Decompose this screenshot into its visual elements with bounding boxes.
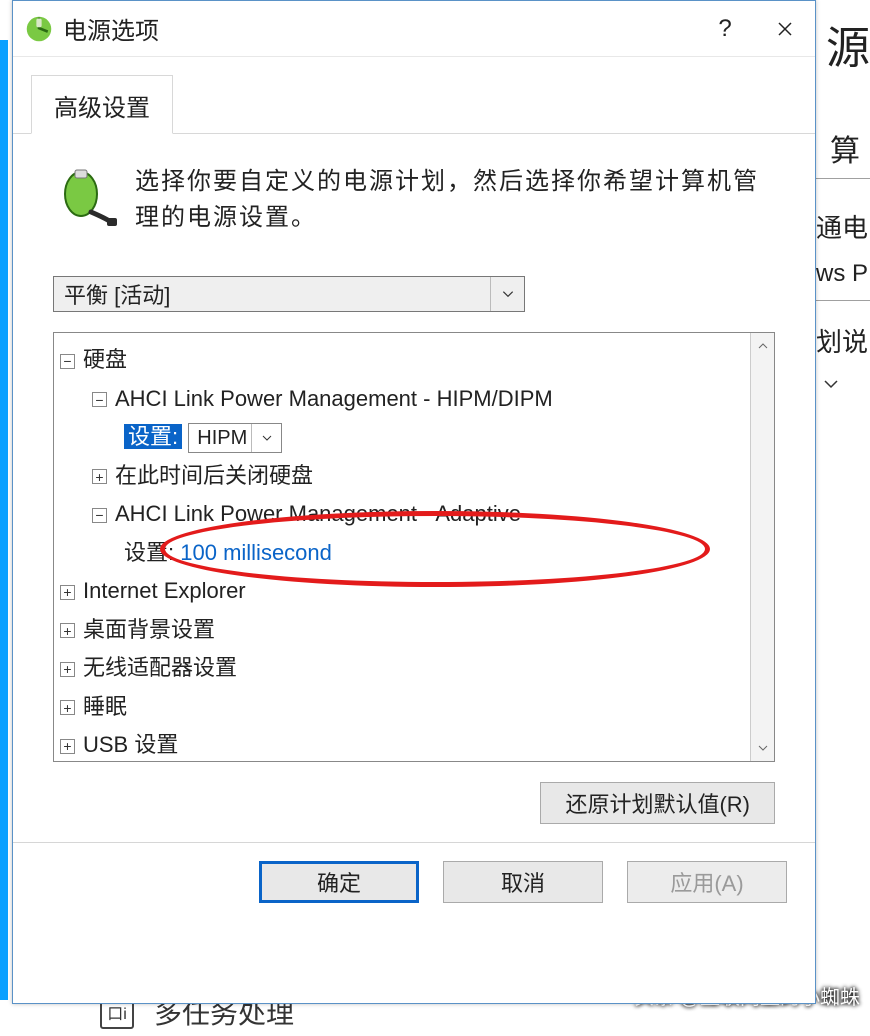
bg-text-fragment: 算 bbox=[830, 126, 860, 170]
tree-expand-icon[interactable]: + bbox=[60, 700, 75, 715]
battery-icon bbox=[53, 164, 117, 228]
tree-node-ahci-adaptive[interactable]: AHCI Link Power Management - Adaptive bbox=[115, 501, 521, 526]
chevron-down-icon bbox=[490, 277, 524, 311]
bg-divider bbox=[810, 300, 870, 301]
background-accent-strip bbox=[0, 40, 8, 1000]
close-button[interactable] bbox=[755, 6, 815, 52]
restore-defaults-button[interactable]: 还原计划默认值(R) bbox=[540, 782, 775, 824]
adaptive-value-link[interactable]: 100 millisecond bbox=[180, 540, 332, 565]
power-options-icon bbox=[25, 15, 53, 43]
ok-button[interactable]: 确定 bbox=[259, 861, 419, 903]
tree-node-ie[interactable]: Internet Explorer bbox=[83, 578, 246, 603]
chevron-down-icon bbox=[251, 424, 281, 452]
tree-node-desktop-bg[interactable]: 桌面背景设置 bbox=[83, 617, 215, 642]
tree-expand-icon[interactable]: + bbox=[92, 469, 107, 484]
titlebar: 电源选项 ? bbox=[13, 1, 815, 57]
bg-page-title-fragment: 源 bbox=[826, 12, 870, 76]
tree-collapse-icon[interactable]: − bbox=[60, 354, 75, 369]
tree-collapse-icon[interactable]: − bbox=[92, 508, 107, 523]
scroll-down-icon[interactable] bbox=[751, 735, 774, 761]
intro-row: 选择你要自定义的电源计划，然后选择你希望计算机管理的电源设置。 bbox=[53, 164, 775, 236]
dialog-title: 电源选项 bbox=[63, 11, 159, 46]
cancel-button[interactable]: 取消 bbox=[443, 861, 603, 903]
bg-text-fragment: 通电 bbox=[816, 208, 868, 245]
tree-node-sleep[interactable]: 睡眠 bbox=[83, 694, 127, 719]
settings-tree: −硬盘 −AHCI Link Power Management - HIPM/D… bbox=[53, 332, 775, 762]
tree-node-hard-disk[interactable]: 硬盘 bbox=[83, 347, 127, 372]
intro-text: 选择你要自定义的电源计划，然后选择你希望计算机管理的电源设置。 bbox=[135, 164, 775, 236]
hipm-value-select[interactable]: HIPM bbox=[188, 423, 282, 453]
bg-chevron-icon[interactable] bbox=[822, 375, 840, 393]
dialog-button-row: 确定 取消 应用(A) bbox=[13, 842, 815, 919]
tree-scrollbar[interactable] bbox=[750, 333, 774, 761]
tree-node-wireless[interactable]: 无线适配器设置 bbox=[83, 655, 237, 680]
bg-divider bbox=[810, 178, 870, 179]
tree-node-usb[interactable]: USB 设置 bbox=[83, 732, 178, 757]
tree-expand-icon[interactable]: + bbox=[60, 739, 75, 754]
power-plan-selected-label: 平衡 [活动] bbox=[64, 278, 170, 310]
tree-node-close-after[interactable]: 在此时间后关闭硬盘 bbox=[115, 463, 313, 488]
setting-label: 设置: bbox=[124, 540, 174, 565]
bg-text-fragment: ws P bbox=[816, 260, 868, 288]
tree-expand-icon[interactable]: + bbox=[60, 623, 75, 638]
tabstrip: 高级设置 bbox=[13, 57, 815, 134]
tree-expand-icon[interactable]: + bbox=[60, 662, 75, 677]
scroll-up-icon[interactable] bbox=[751, 333, 774, 359]
apply-button[interactable]: 应用(A) bbox=[627, 861, 787, 903]
hipm-value-label: HIPM bbox=[197, 421, 247, 456]
help-button[interactable]: ? bbox=[695, 6, 755, 52]
setting-label-selected: 设置: bbox=[124, 424, 182, 449]
tab-advanced-settings[interactable]: 高级设置 bbox=[31, 75, 173, 134]
tree-node-ahci-hipm[interactable]: AHCI Link Power Management - HIPM/DIPM bbox=[115, 386, 553, 411]
tree-expand-icon[interactable]: + bbox=[60, 585, 75, 600]
power-options-dialog: 电源选项 ? 高级设置 选择你要自定义的电源计划 bbox=[12, 0, 816, 1004]
tree-collapse-icon[interactable]: − bbox=[92, 392, 107, 407]
power-plan-select[interactable]: 平衡 [活动] bbox=[53, 276, 525, 312]
